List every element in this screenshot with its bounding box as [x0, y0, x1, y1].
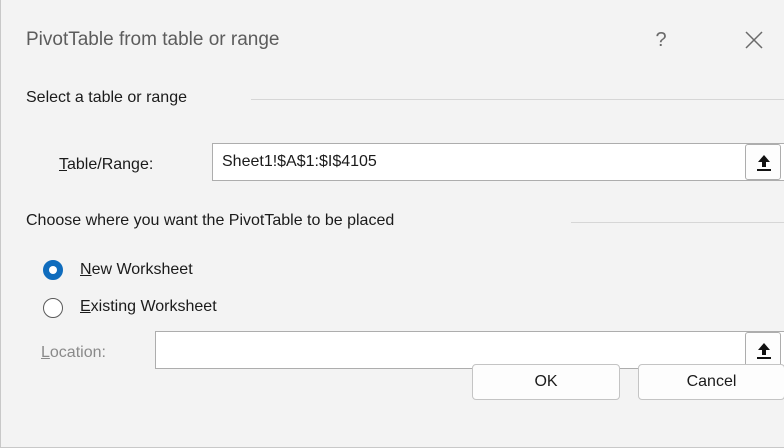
close-button[interactable]: [736, 22, 772, 58]
title-bar: PivotTable from table or range ?: [1, 0, 784, 80]
collapse-dialog-icon: [757, 155, 771, 171]
cancel-button[interactable]: Cancel: [638, 364, 784, 400]
new-worksheet-label[interactable]: New Worksheet: [80, 261, 193, 279]
section-label-placement: Choose where you want the PivotTable to …: [26, 212, 405, 230]
ok-button[interactable]: OK: [472, 364, 620, 400]
existing-worksheet-radio[interactable]: [43, 298, 63, 318]
close-icon: [745, 31, 763, 49]
existing-worksheet-label[interactable]: Existing Worksheet: [80, 298, 217, 316]
table-range-label: Table/Range:: [59, 156, 154, 173]
table-range-collapse-button[interactable]: [745, 144, 781, 180]
location-label: Location:: [41, 344, 106, 361]
section-divider: [251, 99, 784, 100]
collapse-dialog-icon: [757, 343, 771, 359]
dialog-title: PivotTable from table or range: [26, 29, 280, 50]
new-worksheet-radio[interactable]: [43, 260, 63, 280]
pivottable-dialog: PivotTable from table or range ? Select …: [0, 0, 784, 448]
section-divider: [571, 222, 784, 223]
section-label-source: Select a table or range: [26, 89, 197, 107]
location-collapse-button[interactable]: [745, 332, 781, 368]
help-button[interactable]: ?: [646, 22, 676, 58]
table-range-input[interactable]: [212, 143, 784, 181]
